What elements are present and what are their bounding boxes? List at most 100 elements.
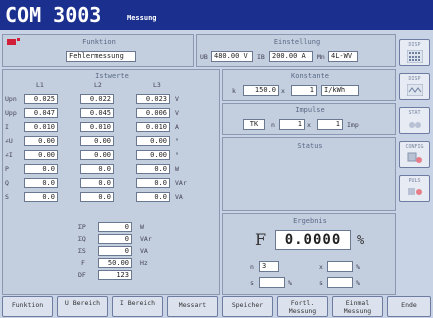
mn-label: Mn [317, 53, 325, 61]
impulse-source[interactable]: TK [243, 119, 265, 130]
i-bereich-button[interactable]: I Bereich [112, 296, 163, 317]
fortl-messung-button[interactable]: Fortl. Messung [277, 296, 328, 317]
speicher-button[interactable]: Speicher [222, 296, 273, 317]
messart-button[interactable]: Messart [167, 296, 218, 317]
sidebar-button-label: DISP [408, 42, 421, 48]
value-cell: 0.00 [80, 136, 114, 146]
unit-label: ° [175, 137, 179, 145]
einmal-messung-button[interactable]: Einmal Messung [332, 296, 383, 317]
ib-label: IB [257, 53, 265, 61]
config-icon [407, 152, 422, 163]
sidebar-button-label: PULS [408, 178, 421, 184]
funktion-label: Funktion [82, 38, 116, 46]
value-cell: 0.023 [136, 94, 170, 104]
sum-label: ΣP [78, 223, 86, 231]
value-cell: 0.025 [24, 94, 58, 104]
sums-block: ΣP 0 W ΣQ 0 VAr ΣS 0 VA F 50.00 Hz DF 12… [3, 222, 221, 288]
value-cell: 0.006 [136, 108, 170, 118]
s-value-2 [327, 277, 353, 288]
istwerte-table: Upn 0.025 0.022 0.023 V Upp 0.047 0.045 … [3, 94, 221, 206]
row-label: Upn [5, 95, 17, 103]
sum-label: DF [78, 271, 86, 279]
sidebar-button-label: DISP [408, 76, 421, 82]
row-label: ∠U [5, 137, 13, 145]
row-label: Upp [5, 109, 17, 117]
ende-button[interactable]: Ende [387, 296, 431, 317]
row-label: S [5, 193, 9, 201]
sidebar-button-disp-1[interactable]: DISP [399, 39, 430, 66]
value-cell: 0.0 [136, 164, 170, 174]
s-label-2: s [319, 279, 323, 287]
pulse-icon [408, 188, 422, 195]
sum-value: 0 [98, 222, 132, 232]
impulse-count[interactable]: 1 [317, 119, 343, 130]
unit-label: VA [175, 193, 183, 201]
column-l3: L3 [153, 81, 161, 89]
grid-icon [407, 50, 423, 63]
f-value: 0.0000 [275, 230, 351, 250]
status-label: Status [297, 142, 323, 150]
sum-value: 123 [98, 270, 132, 280]
unit-label: V [175, 109, 179, 117]
value-cell: 0.0 [24, 164, 58, 174]
app-subtitle: Messung [127, 14, 157, 22]
column-l1: L1 [36, 81, 44, 89]
einstellung-label: Einstellung [273, 38, 321, 46]
value-cell: 0.00 [24, 150, 58, 160]
sidebar-button-puls[interactable]: PULS [399, 175, 430, 202]
value-cell: 0.00 [80, 150, 114, 160]
n-label: n [271, 121, 275, 129]
row-label: Q [5, 179, 9, 187]
n-result-value: 3 [259, 261, 279, 272]
unit-label: V [175, 95, 179, 103]
sum-value: 0 [98, 234, 132, 244]
mn-value[interactable]: 4L-WV [328, 51, 358, 62]
unit-label: VAr [175, 179, 187, 187]
n-value[interactable]: 1 [279, 119, 305, 130]
ub-value[interactable]: 480.00 V [211, 51, 253, 62]
unit-label: ° [175, 151, 179, 159]
app-title: COM 3003 [5, 3, 102, 27]
istwerte-panel: Istwerte L1 L2 L3 Upn 0.025 0.022 0.023 … [2, 69, 220, 295]
u-bereich-button[interactable]: U Bereich [57, 296, 108, 317]
status-panel: Status [222, 137, 396, 211]
value-cell: 0.047 [24, 108, 58, 118]
x-value [327, 261, 353, 272]
funktion-button[interactable]: Funktion [2, 296, 53, 317]
n-result-label: n [250, 263, 254, 271]
sidebar-button-stat[interactable]: STAT [399, 107, 430, 134]
funktion-panel: Funktion Fehlermessung [2, 34, 194, 67]
sidebar-button-disp-2[interactable]: DISP [399, 73, 430, 100]
unit-label: W [175, 165, 179, 173]
k-factor[interactable]: 1 [291, 85, 317, 96]
value-cell: 0.00 [24, 136, 58, 146]
times-sign: x [281, 87, 285, 95]
value-cell: 0.00 [136, 150, 170, 160]
s-unit-2: % [356, 279, 360, 287]
k-value[interactable]: 150.0 [243, 85, 279, 96]
sum-value: 0 [98, 246, 132, 256]
f-unit: % [357, 233, 365, 247]
f-label: F [255, 230, 267, 249]
value-cell: 0.010 [24, 122, 58, 132]
row-label: I [5, 123, 9, 131]
sum-value: 50.00 [98, 258, 132, 268]
istwerte-label: Istwerte [95, 72, 129, 80]
value-cell: 0.0 [136, 192, 170, 202]
impulse-unit: Imp [347, 121, 359, 129]
sidebar-button-config[interactable]: CONFIG [399, 141, 430, 168]
column-l2: L2 [94, 81, 102, 89]
k-unit[interactable]: I/kWh [321, 85, 359, 96]
konstante-label: Konstante [291, 72, 329, 80]
value-cell: 0.022 [80, 94, 114, 104]
ib-value[interactable]: 200.00 A [269, 51, 313, 62]
konstante-panel: Konstante k 150.0 x 1 I/kWh [222, 69, 396, 101]
sum-unit: W [140, 223, 144, 231]
funktion-value[interactable]: Fehlermessung [66, 51, 136, 62]
sidebar-button-label: CONFIG [405, 144, 424, 150]
x-label: x [319, 263, 323, 271]
k-label: k [232, 87, 236, 95]
einstellung-panel: Einstellung UB 480.00 V IB 200.00 A Mn 4… [196, 34, 396, 67]
value-cell: 0.010 [80, 122, 114, 132]
sidebar-button-label: STAT [408, 110, 421, 116]
